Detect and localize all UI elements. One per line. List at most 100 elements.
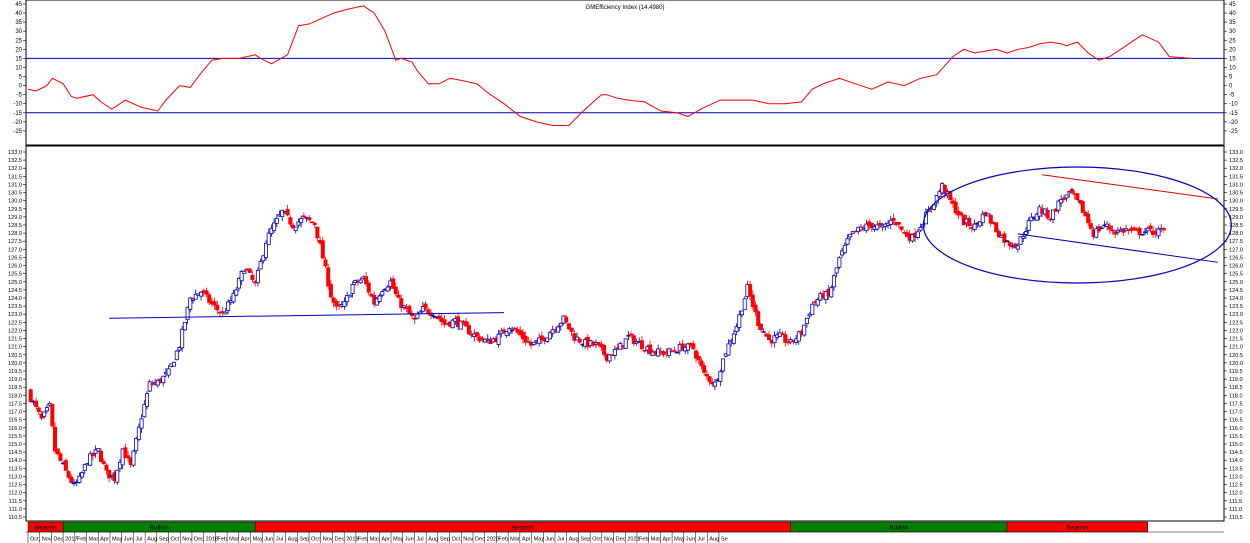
price-tick-label: 131.0 <box>8 182 22 188</box>
price-tick-label-right: 125.0 <box>1229 280 1243 286</box>
price-tick-label: 111.5 <box>9 499 22 505</box>
price-tick-label: 116.5 <box>8 418 22 424</box>
candle-down <box>748 283 753 297</box>
month-label: Oct <box>311 537 320 543</box>
candle-up <box>347 294 352 298</box>
price-tick-label-right: 121.0 <box>1229 345 1243 351</box>
month-label: Jul <box>416 537 423 543</box>
price-tick-label-right: 129.5 <box>1229 207 1243 213</box>
candle-up <box>1005 240 1010 243</box>
candle-up <box>272 222 277 231</box>
price-tick-label-right: 126.0 <box>1229 264 1243 270</box>
candle-down <box>899 226 904 230</box>
candle-down <box>569 327 574 332</box>
month-label: Se <box>721 537 728 543</box>
candle-down <box>756 311 761 326</box>
candle-down <box>702 365 707 373</box>
indicator-tick-label: 15 <box>15 56 22 62</box>
candle-up <box>255 269 260 284</box>
price-tick-label-right: 132.5 <box>1229 158 1243 164</box>
candle-down <box>959 212 964 215</box>
candle-up <box>350 283 355 294</box>
price-tick-label-right: 117.0 <box>1229 410 1243 416</box>
candle-up <box>182 321 187 331</box>
month-label: Apr <box>662 537 671 543</box>
candle-up <box>831 275 836 288</box>
candle-up <box>96 447 101 452</box>
candle-up <box>358 279 363 284</box>
price-tick-label: 120.0 <box>8 361 22 367</box>
price-tick-label: 112.0 <box>8 491 22 497</box>
indicator-tick-label-right: 15 <box>1229 56 1236 62</box>
candle-down <box>474 332 479 337</box>
candle-up <box>180 328 185 349</box>
price-tick-label-right: 113.5 <box>1229 466 1243 472</box>
price-tick-label: 121.0 <box>8 345 22 351</box>
month-label: Feb <box>498 537 508 543</box>
candle-up <box>415 313 420 319</box>
price-tick-label: 119.5 <box>8 369 22 375</box>
month-label: 2019 <box>346 537 358 543</box>
candle-down <box>63 460 68 471</box>
price-tick-label: 119.0 <box>8 377 22 383</box>
price-tick-label-right: 116.5 <box>1229 418 1243 424</box>
indicator-tick-label-right: 30 <box>1229 29 1236 35</box>
price-tick-label-right: 132.0 <box>1229 166 1243 172</box>
price-tick-label-right: 130.0 <box>1229 199 1243 205</box>
candle-up <box>134 438 139 452</box>
indicator-tick-label: -5 <box>17 93 23 99</box>
price-tick-label-right: 128.0 <box>1229 231 1243 237</box>
price-tick-label-right: 114.0 <box>1229 458 1243 464</box>
price-tick-label-right: 120.0 <box>1229 361 1243 367</box>
candle-up <box>726 343 731 356</box>
candle-up <box>626 334 631 337</box>
month-label: Jun <box>405 537 414 543</box>
candle-up <box>1142 231 1147 234</box>
candle-up <box>147 381 152 392</box>
candle-up <box>1015 245 1020 250</box>
candle-up <box>377 295 382 302</box>
regime-label: Bullish <box>889 525 909 532</box>
month-label: Dec <box>194 537 204 543</box>
price-tick-label: 130.5 <box>8 191 22 197</box>
candle-down <box>320 240 325 259</box>
month-label: Jun <box>686 537 695 543</box>
price-tick-label-right: 126.5 <box>1229 255 1243 261</box>
candle-up <box>712 381 717 387</box>
indicator-tick-label-right: 35 <box>1229 20 1236 26</box>
price-tick-label-right: 125.5 <box>1229 272 1243 278</box>
candle-up <box>1059 199 1064 204</box>
candle-down <box>1007 242 1012 247</box>
price-tick-label-right: 113.0 <box>1229 474 1243 480</box>
candle-up <box>718 371 723 382</box>
price-tick-label-right: 121.5 <box>1229 337 1243 343</box>
candle-up <box>761 331 766 333</box>
month-label: Dec <box>334 537 344 543</box>
regime-label: Bearish <box>1066 525 1088 532</box>
price-tick-label: 126.0 <box>8 264 22 270</box>
month-label: Sep <box>159 537 169 543</box>
candle-up <box>174 350 179 361</box>
candle-down <box>696 355 701 361</box>
month-label: Feb <box>77 537 87 543</box>
indicator-tick-label: 20 <box>15 47 22 53</box>
candle-down <box>107 469 112 479</box>
price-tick-label-right: 112.0 <box>1229 491 1243 497</box>
price-tick-label: 129.5 <box>8 207 22 213</box>
price-tick-label-right: 112.5 <box>1229 483 1243 489</box>
price-tick-label: 124.5 <box>8 288 22 294</box>
candle-up <box>731 333 736 344</box>
candle-up <box>612 348 617 356</box>
candle-up <box>737 314 742 328</box>
month-label: Mar <box>370 537 380 543</box>
candle-up <box>258 261 263 270</box>
candle-down <box>1075 193 1080 201</box>
month-label: Apr <box>100 537 109 543</box>
candle-down <box>1137 227 1142 236</box>
month-label: May <box>112 537 123 543</box>
chart-background <box>0 0 1250 543</box>
candle-down <box>204 290 209 295</box>
regime-label: Bearish <box>512 525 534 532</box>
candle-up <box>131 450 136 466</box>
regime-bar: Bearish Bullish Bearish Bullish Bearish <box>27 521 1148 533</box>
